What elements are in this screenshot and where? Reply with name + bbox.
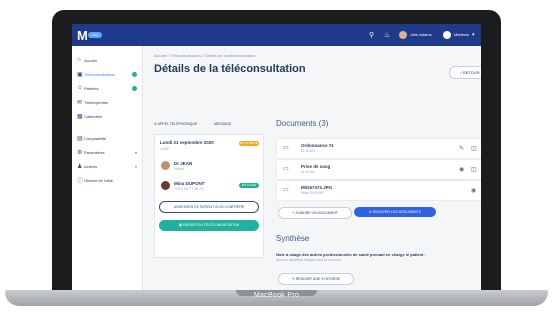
message-button[interactable]: MESSAGE bbox=[214, 119, 231, 129]
chevron-down-icon: ▾ bbox=[134, 163, 137, 169]
sidebar-item-label: Téléexpertise bbox=[84, 99, 109, 105]
patients-icon: ☺ bbox=[77, 85, 84, 91]
chevron-down-icon[interactable]: ▾ bbox=[472, 32, 475, 38]
sidebar-item-label: Obtenir de l'aide bbox=[84, 177, 114, 183]
sidebar-item-calendrier[interactable]: ▦ Calendrier bbox=[77, 112, 139, 120]
back-button-label: RETOUR bbox=[462, 70, 480, 75]
document-owner: Dr JEAN bbox=[301, 149, 315, 153]
user-avatar[interactable] bbox=[399, 31, 407, 39]
synthese-note-text: Aucune synthèse rédigée pour le moment. bbox=[276, 258, 342, 262]
document-icon: ▭ bbox=[283, 145, 289, 151]
sidebar-item-comptabilite[interactable]: ▤ Comptabilité bbox=[77, 134, 139, 142]
refer-patient-button[interactable]: ADRESSER CE PATIENT À UN CONFRÈRE bbox=[159, 201, 259, 213]
document-row[interactable]: ▭ IMG67472.JPG Mina DUPONT ◉ bbox=[276, 180, 481, 201]
document-name: Ordonnance #1 bbox=[301, 143, 334, 148]
trash-icon[interactable]: ◫ bbox=[471, 145, 477, 152]
doctor-name: Dr JEAN bbox=[174, 161, 193, 166]
sidebar-item-label: Téléconsultations bbox=[84, 71, 116, 77]
account-name[interactable]: Medecin bbox=[454, 32, 469, 37]
sidebar-item-actions[interactable]: ♟ Actions ▾ bbox=[77, 162, 139, 170]
video-icon: ▣ bbox=[77, 71, 83, 78]
document-owner: Mina DUPONT bbox=[301, 191, 325, 195]
breadcrumb: Accueil / Téléconsultations / Détails de… bbox=[154, 53, 256, 58]
write-synthese-button[interactable]: ✎ RÉDIGER UNE SYNTHÈSE bbox=[278, 273, 354, 285]
account-avatar[interactable] bbox=[443, 31, 451, 39]
document-row[interactable]: ▭ Prise de sang Dr JEAN ◉ ◫ bbox=[276, 159, 481, 180]
attach-document-label: JOINDRE UN DOCUMENT bbox=[295, 211, 338, 215]
send-documents-label: ENVOYER LES DOCUMENTS bbox=[372, 210, 422, 214]
consultation-date: Lundi 21 septembre 2020 bbox=[160, 140, 214, 145]
synthese-title: Synthèse bbox=[276, 234, 310, 243]
help-icon: ⓘ bbox=[77, 178, 84, 185]
breadcrumb-item[interactable]: Téléconsultations bbox=[170, 53, 201, 58]
phone-call-button[interactable]: ✆ APPEL TÉLÉPHONIQUE bbox=[154, 119, 197, 129]
sidebar-item-teleexpertise[interactable]: ✉ Téléexpertise bbox=[77, 98, 139, 106]
phone-call-label: APPEL TÉLÉPHONIQUE bbox=[157, 122, 198, 126]
calendar-icon: ▦ bbox=[77, 113, 83, 120]
notification-badge bbox=[132, 71, 137, 77]
chevron-down-icon: ▾ bbox=[134, 149, 137, 155]
doctor-avatar bbox=[161, 161, 170, 170]
sidebar-item-teleconsultations[interactable]: ▣ Téléconsultations bbox=[77, 70, 139, 78]
user-icon: ♟ bbox=[77, 163, 83, 170]
device-brand-label: MacBook Pro bbox=[253, 292, 300, 299]
user-name: Jolie Adams bbox=[410, 32, 432, 37]
attach-document-button[interactable]: + JOINDRE UN DOCUMENT bbox=[278, 207, 352, 219]
sidebar-item-aide[interactable]: ⓘ Obtenir de l'aide bbox=[77, 176, 139, 185]
sidebar-item-label: Patients bbox=[84, 85, 99, 91]
send-documents-button[interactable]: ➤ ENVOYER LES DOCUMENTS bbox=[354, 207, 436, 217]
synthese-note-title: Note à usage des autres professionnels d… bbox=[276, 252, 426, 257]
sidebar-item-label: Actions bbox=[84, 163, 98, 169]
search-icon[interactable]: ⚲ bbox=[369, 31, 374, 39]
document-icon: ▭ bbox=[283, 166, 289, 172]
sidebar-item-accueil[interactable]: ⌂ Accueil bbox=[77, 56, 139, 64]
patient-avatar bbox=[161, 181, 170, 190]
status-badge: EN ATTENTE bbox=[239, 141, 259, 146]
sidebar-item-label: Accueil bbox=[84, 57, 97, 63]
sidebar-item-label: Calendrier bbox=[84, 113, 103, 119]
start-teleconsultation-button[interactable]: ▣ PASSER EN TÉLÉCONSULTATION bbox=[159, 220, 259, 231]
home-icon: ⌂ bbox=[77, 57, 81, 63]
bell-icon[interactable]: ♨ bbox=[384, 31, 390, 39]
patient-info: +33 6 XX 77 88 XX bbox=[174, 187, 204, 191]
documents-title: Documents (3) bbox=[276, 119, 329, 128]
write-synthese-label: RÉDIGER UNE SYNTHÈSE bbox=[295, 277, 341, 281]
eye-icon[interactable]: ◉ bbox=[459, 166, 464, 173]
image-file-icon: ▭ bbox=[283, 187, 289, 193]
doctor-role: Virtuel bbox=[174, 167, 184, 171]
back-button[interactable]: ‹ RETOUR bbox=[449, 66, 481, 79]
gear-icon: ⚙ bbox=[77, 149, 83, 156]
document-name: Prise de sang bbox=[301, 164, 331, 169]
sidebar-item-patients[interactable]: ☺ Patients bbox=[77, 84, 139, 92]
document-name: IMG67472.JPG bbox=[301, 185, 333, 190]
trash-icon[interactable]: ◫ bbox=[471, 166, 477, 173]
edit-icon[interactable]: ✎ bbox=[459, 145, 464, 152]
patient-name: Mina DUPONT bbox=[174, 181, 205, 186]
sidebar-item-label: Paramètres bbox=[84, 149, 105, 155]
logo-badge: beta bbox=[88, 32, 102, 38]
expertise-icon: ✉ bbox=[77, 99, 83, 106]
notification-badge bbox=[132, 85, 137, 91]
online-badge: EN LIGNE bbox=[239, 183, 259, 188]
start-teleconsultation-label: PASSER EN TÉLÉCONSULTATION bbox=[183, 223, 240, 227]
breadcrumb-item: Détails de la téléconsultation bbox=[204, 53, 256, 58]
app-screen: M beta ⚲ ♨ Jolie Adams Medecin ▾ ⌂ Accue… bbox=[72, 24, 481, 290]
main-content: Accueil / Téléconsultations / Détails de… bbox=[143, 46, 481, 290]
document-owner: Dr JEAN bbox=[301, 170, 315, 174]
eye-icon[interactable]: ◉ bbox=[471, 187, 476, 194]
sidebar-item-label: Comptabilité bbox=[84, 135, 107, 141]
app-logo[interactable]: M bbox=[77, 28, 88, 43]
consultation-time: 11h00 bbox=[160, 147, 170, 151]
breadcrumb-item[interactable]: Accueil bbox=[154, 53, 167, 58]
accounting-icon: ▤ bbox=[77, 135, 83, 142]
consultation-panel: Lundi 21 septembre 2020 11h00 EN ATTENTE… bbox=[154, 134, 264, 258]
sidebar-item-parametres[interactable]: ⚙ Paramètres ▾ bbox=[77, 148, 139, 156]
sidebar: ⌂ Accueil ▣ Téléconsultations ☺ Patients… bbox=[72, 46, 143, 290]
document-row[interactable]: ▭ Ordonnance #1 Dr JEAN ✎ ◫ bbox=[276, 138, 481, 159]
page-title: Détails de la téléconsultation bbox=[154, 63, 306, 75]
top-bar: M beta ⚲ ♨ Jolie Adams Medecin ▾ bbox=[72, 24, 481, 46]
